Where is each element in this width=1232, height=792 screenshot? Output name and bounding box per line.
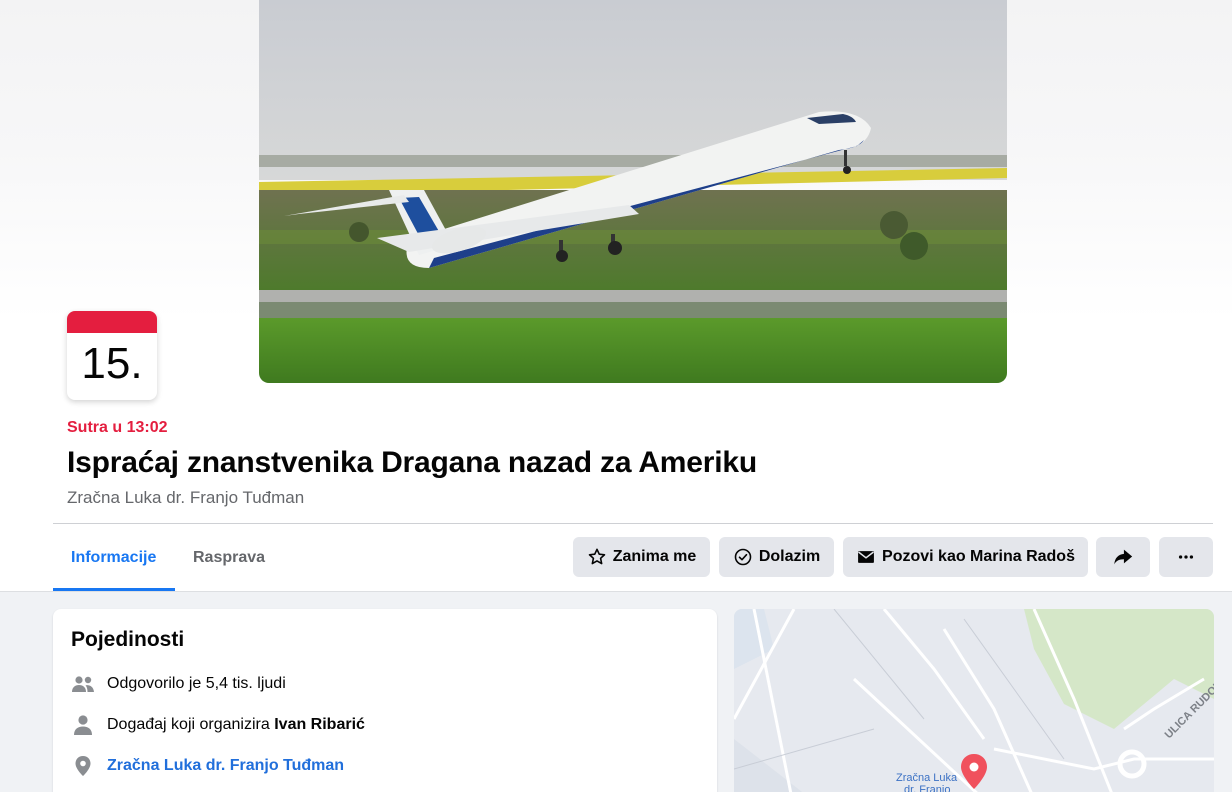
location-pin-icon [71,755,95,777]
airplane-takeoff-image [259,0,1007,383]
organizer-row: Događaj koji organizira Ivan Ribarić [71,714,365,736]
tab-discussion[interactable]: Rasprava [175,524,285,591]
header-bottom-border [0,591,1232,592]
event-time: Sutra u 13:02 [67,419,168,436]
person-icon [71,714,95,736]
interested-label: Zanima me [612,548,697,565]
details-card: Pojedinosti Odgovorilo je 5,4 tis. ljudi… [53,609,717,792]
organizer-prefix: Događaj koji organizira [107,716,270,733]
event-location-subtitle[interactable]: Zračna Luka dr. Franjo Tuđman [67,488,304,508]
star-icon [588,548,605,565]
event-date-badge: 15. [67,311,157,400]
map-pin-label-line2: dr. Franjo [904,784,950,792]
organizer-name[interactable]: Ivan Ribarić [274,716,365,733]
going-button[interactable]: Dolazim [719,537,834,577]
more-dots-icon [1178,555,1194,559]
going-label: Dolazim [758,548,821,565]
more-options-button[interactable] [1159,537,1213,577]
map-view: ULICA RUDOLF Zračna Luka dr. Franjo [734,609,1214,792]
event-location-map[interactable]: ULICA RUDOLF Zračna Luka dr. Franjo [734,609,1214,792]
people-icon [71,674,95,694]
calendar-band [67,311,157,333]
check-circle-icon [734,548,752,566]
responded-row: Odgovorilo je 5,4 tis. ljudi [71,674,286,694]
interested-button[interactable]: Zanima me [573,537,710,577]
details-title: Pojedinosti [71,628,185,651]
tab-information[interactable]: Informacije [53,524,175,591]
share-arrow-icon [1114,549,1133,565]
invite-label: Pozovi kao Marina Radoš [882,548,1075,565]
event-date-day: 15. [81,339,143,388]
invite-button[interactable]: Pozovi kao Marina Radoš [843,537,1088,577]
map-pin-label-line1: Zračna Luka [896,772,958,784]
location-row: Zračna Luka dr. Franjo Tuđman [71,755,344,777]
event-cover-photo[interactable] [259,0,1007,383]
location-link[interactable]: Zračna Luka dr. Franjo Tuđman [107,757,344,775]
event-title: Ispraćaj znanstvenika Dragana nazad za A… [67,446,757,479]
share-button[interactable] [1096,537,1150,577]
responded-text: Odgovorilo je 5,4 tis. ljudi [107,675,286,692]
envelope-icon [858,551,874,563]
